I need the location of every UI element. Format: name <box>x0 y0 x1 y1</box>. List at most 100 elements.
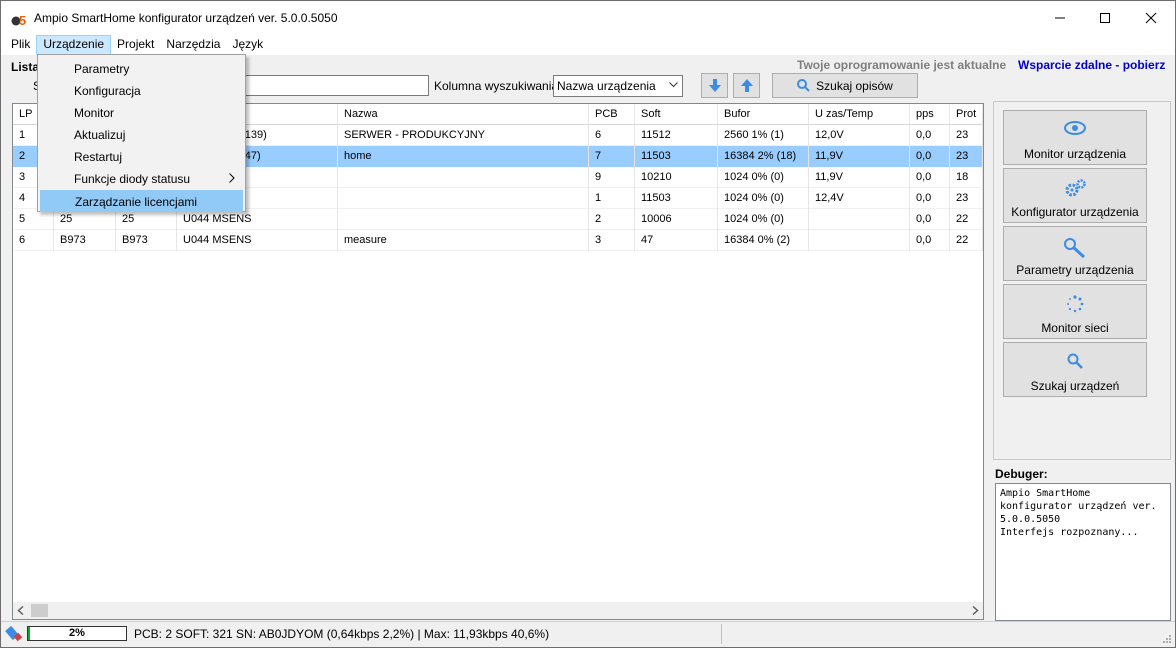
table-row[interactable]: 6 B973 B973 U044 MSENS measure 3 47 16384 0% (2… <box>13 230 983 251</box>
search-devices-button[interactable]: Szukaj urządzeń <box>1003 342 1147 397</box>
table-cell: 16384 0% (2) <box>718 230 809 251</box>
device-parameters-label: Parametry urządzenia <box>1016 263 1134 277</box>
table-cell: 1024 0% (0) <box>718 188 809 209</box>
col-pps[interactable]: pps <box>910 104 950 125</box>
device-parameters-button[interactable]: Parametry urządzenia <box>1003 226 1147 281</box>
col-prot[interactable]: Prot <box>950 104 983 125</box>
table-cell: U044 MSENS <box>177 230 338 251</box>
col-soft[interactable]: Soft <box>635 104 718 125</box>
search-devices-label: Szukaj urządzeń <box>1030 379 1120 393</box>
resize-grip-icon[interactable] <box>1162 634 1172 644</box>
minimize-button[interactable] <box>1037 1 1083 35</box>
table-cell: 6 <box>13 230 54 251</box>
col-nazwa[interactable]: Nazwa <box>338 104 589 125</box>
menu-plik[interactable]: Plik <box>5 35 36 55</box>
scroll-right-icon[interactable] <box>971 606 979 615</box>
table-cell: 2560 1% (1) <box>718 125 809 146</box>
remote-support-link[interactable]: Wsparcie zdalne - pobierz <box>1018 58 1165 72</box>
ampio-logo-icon: 5 <box>11 13 26 27</box>
spinner-icon <box>1067 295 1084 313</box>
table-cell: B973 <box>116 230 177 251</box>
menu-jezyk[interactable]: Język <box>226 35 269 55</box>
menu-item-monitor[interactable]: Monitor <box>40 102 243 124</box>
table-cell: 7 <box>589 146 635 167</box>
table-cell: 16384 2% (18) <box>718 146 809 167</box>
menu-item-parametry[interactable]: Parametry <box>40 58 243 80</box>
table-cell: 12,4V <box>809 188 910 209</box>
maximize-icon <box>1100 13 1110 23</box>
search-column-select[interactable]: Nazwa urządzenia <box>553 75 683 97</box>
device-configurator-label: Konfigurator urządzenia <box>1011 205 1139 219</box>
close-icon <box>1145 12 1157 24</box>
menu-item-zarzadzanie-licencjami[interactable]: Zarządzanie licencjami <box>40 190 243 212</box>
progress-fill <box>28 627 30 640</box>
arrow-up-icon <box>740 79 753 92</box>
table-cell <box>809 209 910 230</box>
table-cell: 25 <box>54 209 116 230</box>
list-label: Lista <box>11 60 40 74</box>
menu-projekt[interactable]: Projekt <box>111 35 160 55</box>
table-cell: 0,0 <box>910 230 950 251</box>
col-pcb[interactable]: PCB <box>589 104 635 125</box>
status-text: PCB: 2 SOFT: 321 SN: AB0JDYOM (0,64kbps … <box>134 627 550 641</box>
table-cell: 23 <box>950 125 983 146</box>
table-cell <box>338 209 589 230</box>
search-descriptions-button[interactable]: Szukaj opisów <box>772 73 918 98</box>
menu-item-funkcje-diody-label: Funkcje diody statusu <box>74 172 191 186</box>
table-cell: 23 <box>950 188 983 209</box>
maximize-button[interactable] <box>1082 1 1128 35</box>
table-cell: 10210 <box>635 167 718 188</box>
scrollbar-thumb[interactable] <box>31 604 48 617</box>
search-icon <box>1067 353 1083 369</box>
table-cell: 1024 0% (0) <box>718 167 809 188</box>
table-row[interactable]: 5 25 25 U044 MSENS 2 10006 1024 0% (0) 0,0 22 <box>13 209 983 230</box>
debugger-label: Debuger: <box>995 467 1048 481</box>
network-monitor-button[interactable]: Monitor sieci <box>1003 284 1147 339</box>
table-cell: 2 <box>589 209 635 230</box>
table-cell: 0,0 <box>910 188 950 209</box>
table-cell: 11,9V <box>809 146 910 167</box>
search-input[interactable] <box>231 75 429 96</box>
menu-item-restartuj[interactable]: Restartuj <box>40 146 243 168</box>
table-cell: 11503 <box>635 188 718 209</box>
menu-item-aktualizuj[interactable]: Aktualizuj <box>40 124 243 146</box>
close-button[interactable] <box>1128 1 1174 35</box>
table-cell: 11,9V <box>809 167 910 188</box>
scroll-left-icon[interactable] <box>17 606 25 615</box>
menu-item-konfiguracja[interactable]: Konfiguracja <box>40 80 243 102</box>
table-cell: 9 <box>589 167 635 188</box>
update-status: Twoje oprogramowanie jest aktualne <box>797 58 1007 72</box>
app-window: 5 Ampio SmartHome konfigurator urządzeń … <box>0 0 1176 648</box>
device-monitor-label: Monitor urządzenia <box>1023 147 1127 161</box>
table-cell: 0,0 <box>910 146 950 167</box>
col-bufor[interactable]: Bufor <box>718 104 809 125</box>
table-cell: 1 <box>589 188 635 209</box>
progress-bar: 2% <box>27 626 127 641</box>
table-cell: 11512 <box>635 125 718 146</box>
usb-connector-icon <box>5 626 23 642</box>
device-configurator-button[interactable]: Konfigurator urządzenia <box>1003 168 1147 223</box>
progress-value: 2% <box>69 627 85 639</box>
table-cell: SERWER - PRODUKCYJNY <box>338 125 589 146</box>
eye-icon <box>1064 121 1086 135</box>
search-descriptions-label: Szukaj opisów <box>816 78 893 93</box>
move-down-button[interactable] <box>701 73 728 98</box>
title-bar: 5 Ampio SmartHome konfigurator urządzeń … <box>1 1 1175 35</box>
wrench-icon <box>1064 238 1086 259</box>
horizontal-scrollbar[interactable] <box>13 602 983 619</box>
menu-item-funkcje-diody[interactable]: Funkcje diody statusu <box>40 168 243 190</box>
debugger-output[interactable]: Ampio SmartHome konfigurator urządzeń ve… <box>995 483 1171 621</box>
chevron-down-icon <box>669 82 678 88</box>
table-cell <box>809 230 910 251</box>
table-cell: 47 <box>635 230 718 251</box>
minimize-icon <box>1055 17 1065 19</box>
table-cell: 6 <box>589 125 635 146</box>
menu-urzadzenie[interactable]: Urządzenie <box>36 35 112 55</box>
col-u-zas-temp[interactable]: U zas/Temp <box>809 104 910 125</box>
table-cell: 3 <box>589 230 635 251</box>
gears-icon <box>1065 179 1086 197</box>
move-up-button[interactable] <box>733 73 760 98</box>
table-cell: 22 <box>950 209 983 230</box>
device-monitor-button[interactable]: Monitor urządzenia <box>1003 110 1147 165</box>
menu-narzedzia[interactable]: Narzędzia <box>160 35 226 55</box>
